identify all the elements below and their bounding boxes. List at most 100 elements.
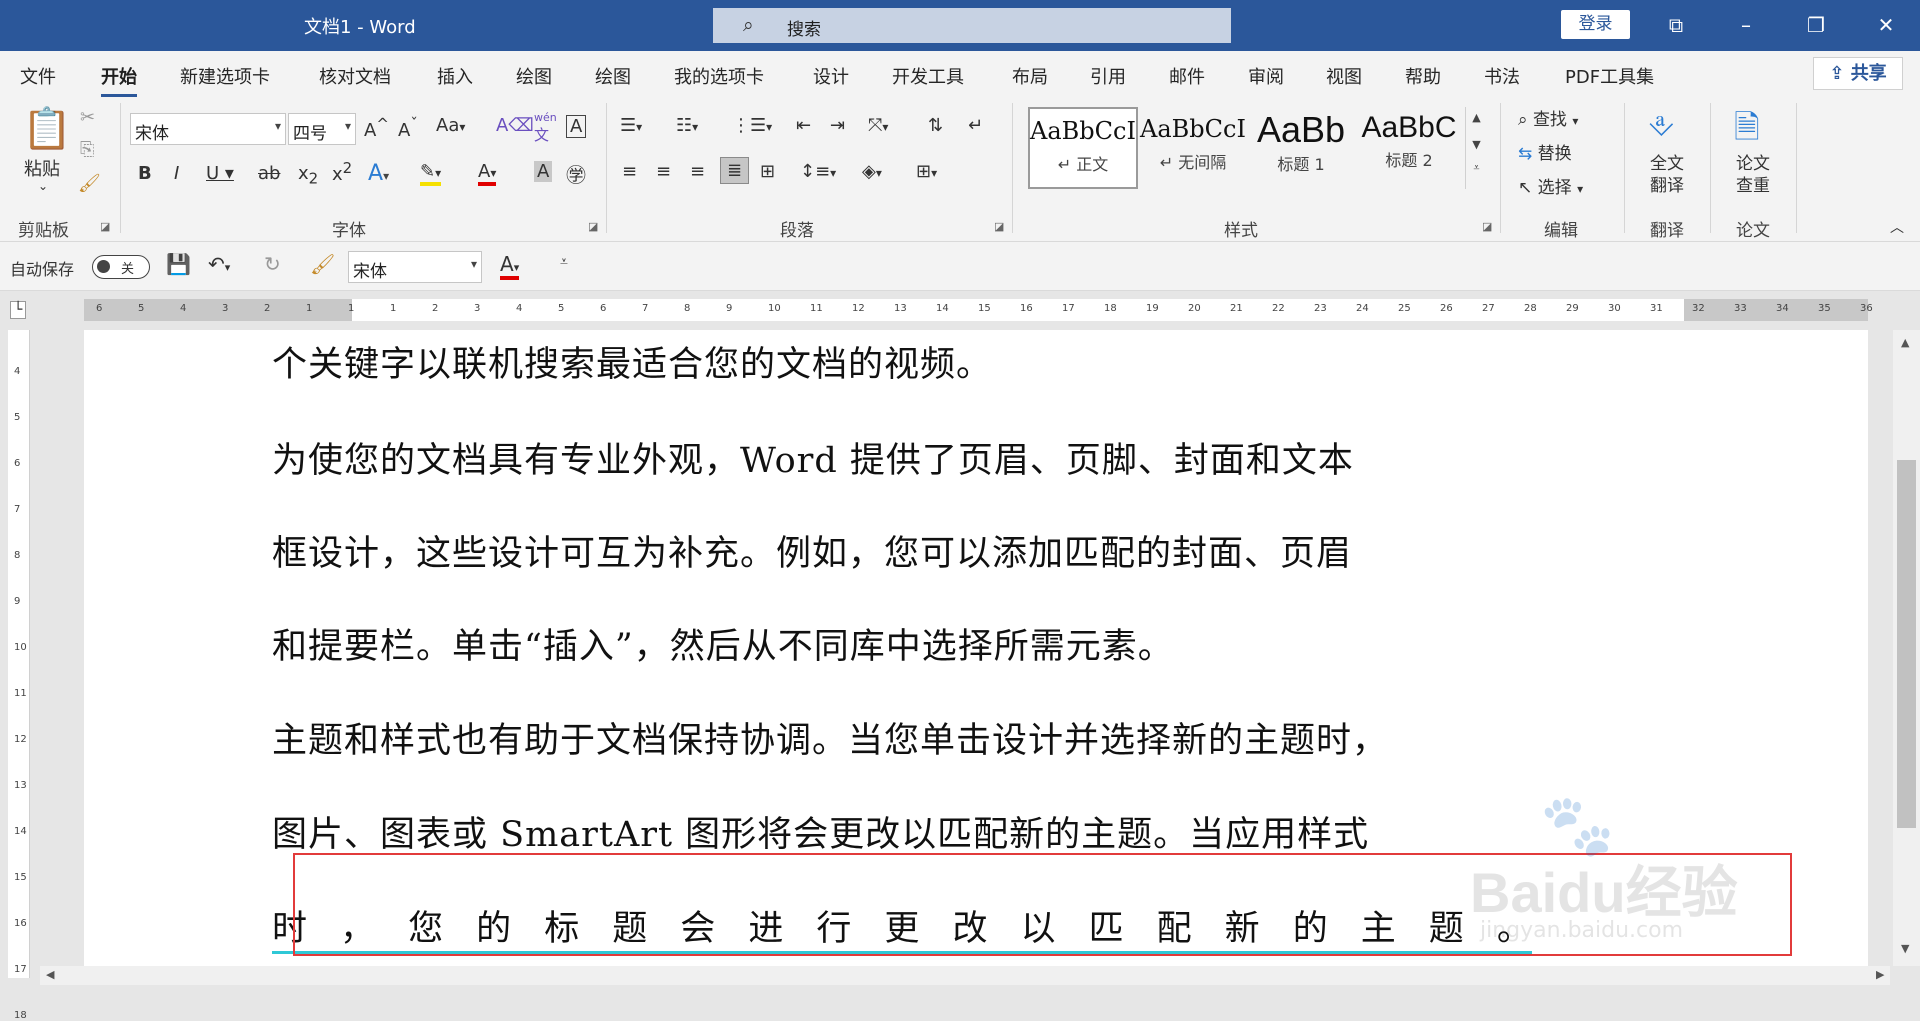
borders-icon[interactable]: ⊞▾ <box>916 161 937 182</box>
scroll-down-icon[interactable]: ▼ <box>1901 942 1909 955</box>
style-no-spacing[interactable]: AaBbCcI ↵ 无间隔 <box>1138 107 1248 189</box>
align-right-icon[interactable]: ≡ <box>690 161 705 182</box>
tab-draw-2[interactable]: 绘图 <box>595 63 631 89</box>
paste-icon[interactable]: 📋 <box>22 105 72 152</box>
tab-my-tab[interactable]: 我的选项卡 <box>674 63 764 89</box>
scrollbar-thumb[interactable] <box>1897 460 1916 828</box>
tab-file[interactable]: 文件 <box>20 63 56 89</box>
thesis-check-icon[interactable]: 🗎 <box>1734 105 1760 159</box>
chevron-down-icon[interactable]: ▼ <box>1466 138 1487 151</box>
numbering-icon[interactable]: ☷▾ <box>676 115 698 136</box>
style-normal[interactable]: AaBbCcI ↵ 正文 <box>1028 107 1138 189</box>
gallery-more-icon[interactable]: ⩡ <box>1466 161 1487 175</box>
replace-button[interactable]: ⇆ 替换 <box>1518 139 1572 164</box>
vertical-ruler[interactable]: 4 5 6 7 8 9 10 11 12 13 14 15 16 17 18 <box>8 330 30 1021</box>
grow-font-icon[interactable]: A^ <box>364 115 389 141</box>
font-color-icon[interactable]: A▾ <box>478 161 497 186</box>
character-border-icon[interactable]: A <box>566 115 587 138</box>
bold-icon[interactable]: B <box>138 163 152 184</box>
tab-check-doc[interactable]: 核对文档 <box>319 63 391 89</box>
tab-pdf-tools[interactable]: PDF工具集 <box>1565 63 1654 89</box>
clear-formatting-icon[interactable]: A⌫ <box>496 115 534 136</box>
scroll-left-icon[interactable]: ◀ <box>46 968 54 981</box>
search-box[interactable]: ⌕ 搜索 <box>713 8 1231 43</box>
style-heading-1[interactable]: AaBb 标题 1 <box>1246 107 1356 189</box>
tab-calligraphy[interactable]: 书法 <box>1484 63 1520 89</box>
style-heading-2[interactable]: AaBbC 标题 2 <box>1354 107 1464 189</box>
styles-launcher-icon[interactable]: ◪ <box>1482 220 1492 233</box>
paste-dropdown-icon[interactable]: ⌄ <box>38 179 48 193</box>
tab-design[interactable]: 设计 <box>813 63 849 89</box>
shrink-font-icon[interactable]: Aˇ <box>398 115 418 141</box>
phonetic-guide-button[interactable]: wén 文 <box>534 111 557 145</box>
thesis-check-button[interactable]: 论文 查重 <box>1736 153 1770 197</box>
tab-insert[interactable]: 插入 <box>437 63 473 89</box>
close-icon[interactable]: ✕ <box>1866 10 1906 40</box>
share-button[interactable]: ⇪ 共享 <box>1813 57 1903 90</box>
horizontal-scrollbar[interactable]: ◀ ▶ <box>40 966 1890 985</box>
scroll-up-icon[interactable]: ▲ <box>1901 336 1909 349</box>
copy-icon[interactable]: ⎘ <box>80 139 94 160</box>
font-launcher-icon[interactable]: ◪ <box>588 220 598 233</box>
enclose-characters-icon[interactable]: ㊫ <box>566 159 586 188</box>
chinese-layout-icon[interactable]: ⤧▾ <box>868 115 888 136</box>
format-painter-icon[interactable]: 🖌 <box>310 252 335 276</box>
minimize-icon[interactable]: – <box>1726 10 1766 40</box>
qat-font-combo[interactable]: 宋体 ▾ <box>348 251 482 283</box>
tab-draw-1[interactable]: 绘图 <box>516 63 552 89</box>
bullets-icon[interactable]: ☰▾ <box>620 115 642 136</box>
change-case-button[interactable]: Aa▾ <box>436 115 465 136</box>
font-size-combo[interactable]: 四号 ▾ <box>288 113 356 145</box>
shading-icon[interactable]: ◈▾ <box>862 161 882 182</box>
clipboard-launcher-icon[interactable]: ◪ <box>100 220 110 233</box>
sort-icon[interactable]: ⇅ <box>928 115 943 136</box>
distributed-icon[interactable]: ⊞ <box>760 161 775 182</box>
restore-icon[interactable]: ❐ <box>1796 10 1836 40</box>
customize-qat-icon[interactable]: ⩡ <box>560 254 568 270</box>
superscript-icon[interactable]: x2 <box>332 159 352 185</box>
qat-font-color-icon[interactable]: A▾ <box>500 252 520 280</box>
line-spacing-icon[interactable]: ↕≡▾ <box>800 161 836 182</box>
highlight-color-icon[interactable]: ✎▾ <box>420 161 442 186</box>
text-effects-icon[interactable]: A▾ <box>368 161 389 186</box>
tab-developer[interactable]: 开发工具 <box>892 63 964 89</box>
tab-mailings[interactable]: 邮件 <box>1169 63 1205 89</box>
login-button[interactable]: 登录 <box>1561 10 1630 39</box>
undo-icon[interactable]: ↶▾ <box>208 252 230 276</box>
show-marks-icon[interactable]: ↵ <box>968 115 983 136</box>
tab-selector-icon[interactable]: └ <box>10 301 27 319</box>
subscript-icon[interactable]: x2 <box>298 163 318 188</box>
ribbon-display-options-icon[interactable]: ⧉ <box>1656 10 1696 40</box>
format-painter-icon[interactable]: 🖌 <box>78 173 101 194</box>
paste-button[interactable]: 粘贴 <box>24 155 60 181</box>
redo-icon[interactable]: ↻ <box>264 252 281 276</box>
chevron-up-icon[interactable]: ▲ <box>1466 111 1487 124</box>
strikethrough-icon[interactable]: ab <box>258 163 280 184</box>
horizontal-ruler[interactable]: 6 5 4 3 2 1 1 1 2 3 4 5 6 7 8 9 10 11 12 13 14 15 16 17 18 19 20 21… <box>84 299 1873 321</box>
tab-home[interactable]: 开始 <box>101 63 137 97</box>
vertical-scrollbar[interactable]: ▲ ▼ <box>1893 330 1920 966</box>
translate-icon[interactable]: ⎀ <box>1648 105 1674 144</box>
align-center-icon[interactable]: ≡ <box>656 161 671 182</box>
justify-icon[interactable]: ≣ <box>720 157 750 184</box>
find-button[interactable]: ⌕ 查找 ▾ <box>1518 105 1578 130</box>
tab-help[interactable]: 帮助 <box>1405 63 1441 89</box>
decrease-indent-icon[interactable]: ⇤ <box>796 115 811 136</box>
font-name-combo[interactable]: 宋体 ▾ <box>130 113 286 145</box>
autosave-toggle[interactable]: 关 <box>92 255 150 279</box>
tab-new-tab[interactable]: 新建选项卡 <box>180 63 270 89</box>
tab-references[interactable]: 引用 <box>1090 63 1126 89</box>
select-button[interactable]: ↖ 选择 ▾ <box>1518 173 1583 198</box>
tab-review[interactable]: 审阅 <box>1248 63 1284 89</box>
increase-indent-icon[interactable]: ⇥ <box>830 115 845 136</box>
tab-view[interactable]: 视图 <box>1326 63 1362 89</box>
styles-gallery-scroll[interactable]: ▲ ▼ ⩡ <box>1465 107 1487 189</box>
full-translate-button[interactable]: 全文 翻译 <box>1650 153 1684 197</box>
multilevel-list-icon[interactable]: ⋮☰▾ <box>732 115 772 136</box>
cut-icon[interactable]: ✂ <box>80 107 95 128</box>
paragraph-launcher-icon[interactable]: ◪ <box>994 220 1004 233</box>
align-left-icon[interactable]: ≡ <box>622 161 637 182</box>
character-shading-icon[interactable]: A <box>534 161 553 182</box>
underline-icon[interactable]: U ▾ <box>206 163 234 184</box>
collapse-ribbon-icon[interactable]: ︿ <box>1890 217 1904 237</box>
